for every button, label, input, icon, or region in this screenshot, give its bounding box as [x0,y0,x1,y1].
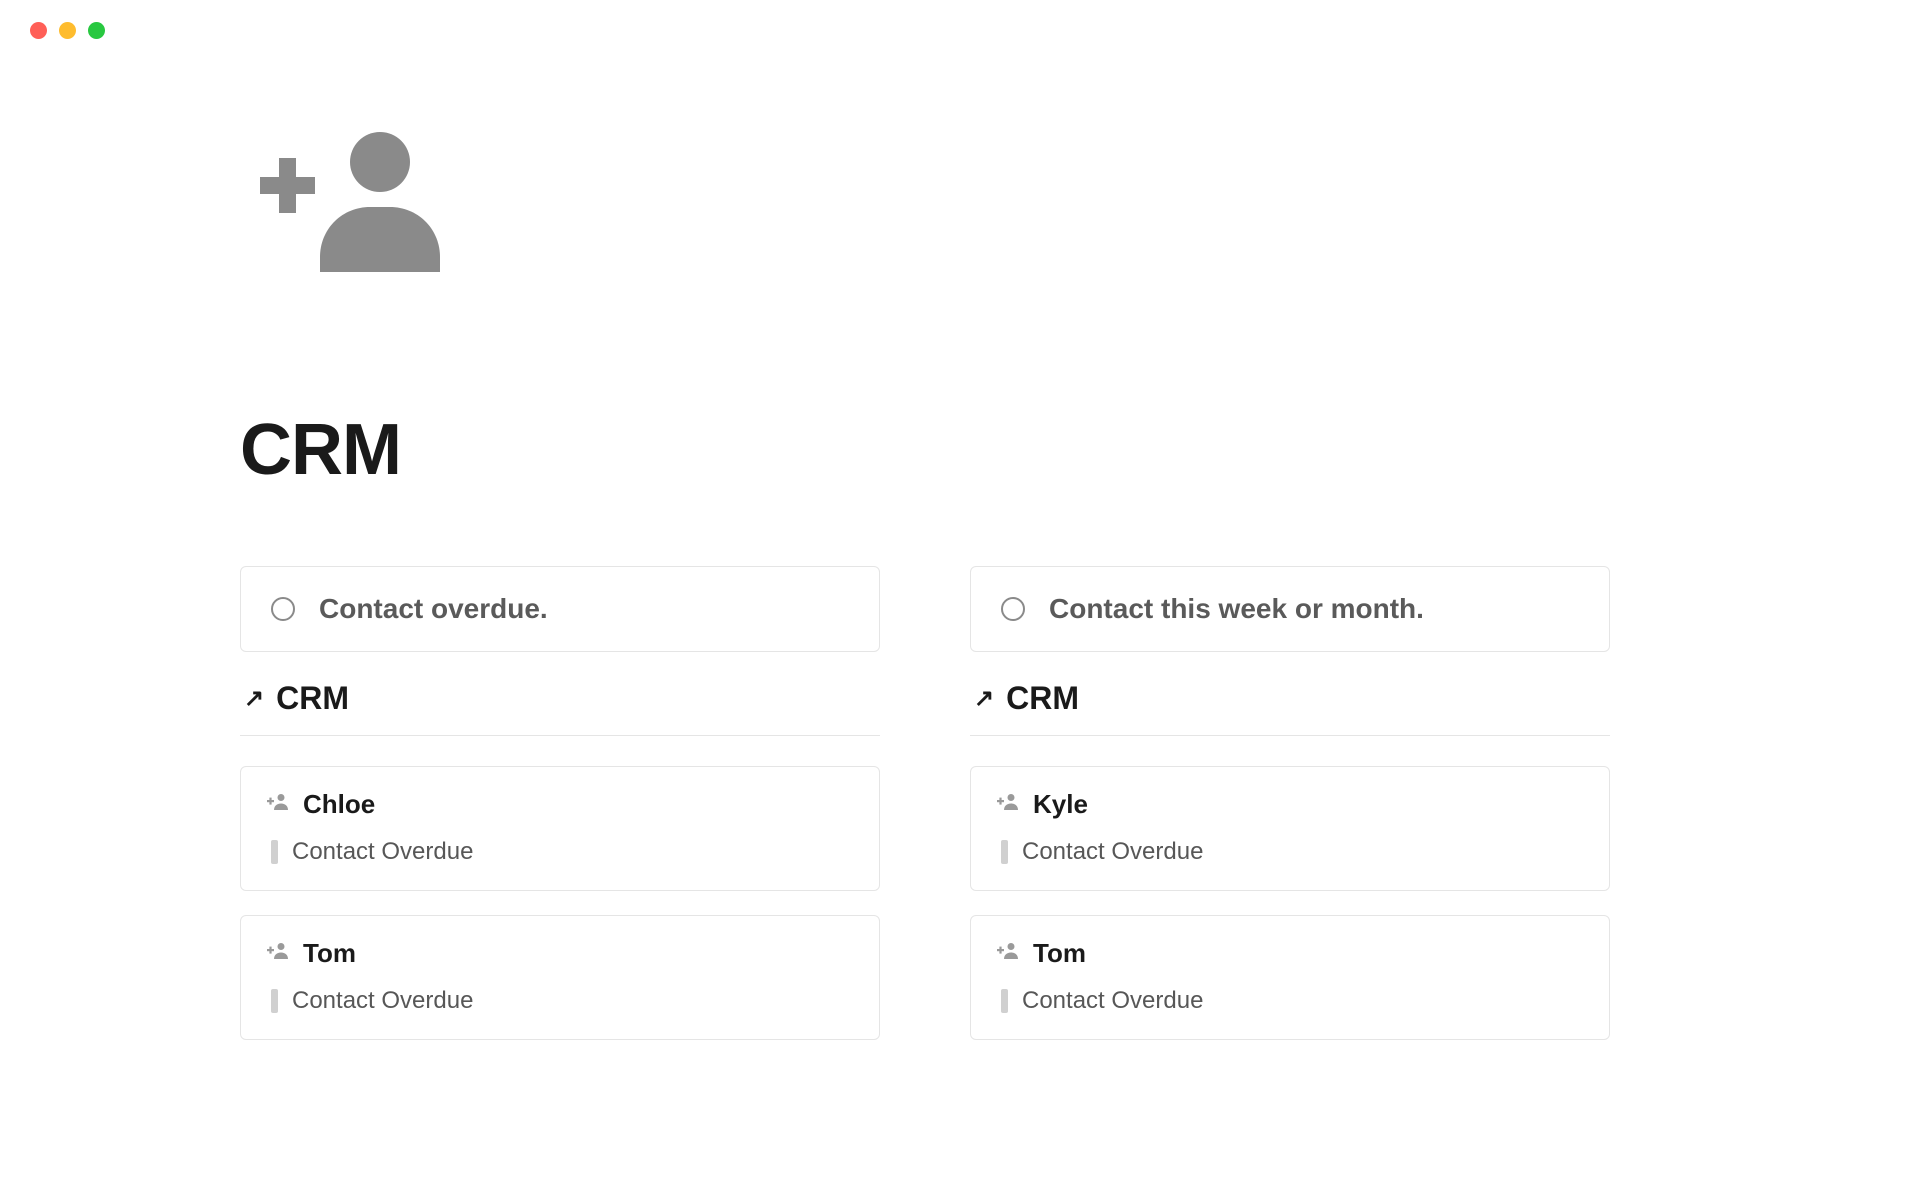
checkbox-icon[interactable] [271,597,295,621]
column-this-week: Contact this week or month. ↗ CRM [970,566,1610,1064]
contact-card[interactable]: Kyle Contact Overdue [970,766,1610,891]
add-person-icon [267,942,289,965]
column-overdue: Contact overdue. ↗ CRM [240,566,880,1064]
add-person-icon [267,793,289,816]
priority-icon [271,840,278,864]
checkbox-icon[interactable] [1001,597,1025,621]
linked-database-header[interactable]: ↗ CRM [240,680,880,717]
divider [970,735,1610,736]
page-title: CRM [240,409,1620,491]
window-minimize-button[interactable] [59,22,76,39]
contact-status: Contact Overdue [1022,987,1203,1015]
todo-text: Contact overdue. [319,593,548,625]
contact-name: Tom [1033,938,1086,969]
contact-card[interactable]: Tom Contact Overdue [240,915,880,1040]
divider [240,735,880,736]
arrow-up-right-icon: ↗ [974,684,994,713]
arrow-up-right-icon: ↗ [244,684,264,713]
contact-name: Kyle [1033,789,1088,820]
contact-card[interactable]: Chloe Contact Overdue [240,766,880,891]
window-maximize-button[interactable] [88,22,105,39]
page-icon-add-person[interactable] [260,129,1620,279]
contact-status: Contact Overdue [1022,838,1203,866]
priority-icon [1001,840,1008,864]
todo-item[interactable]: Contact this week or month. [970,566,1610,652]
todo-text: Contact this week or month. [1049,593,1424,625]
add-person-icon [997,793,1019,816]
contact-name: Tom [303,938,356,969]
add-person-icon [997,942,1019,965]
linked-database-header[interactable]: ↗ CRM [970,680,1610,717]
priority-icon [271,989,278,1013]
contact-card[interactable]: Tom Contact Overdue [970,915,1610,1040]
contact-status: Contact Overdue [292,838,473,866]
window-controls [0,0,1920,39]
database-title: CRM [276,680,349,717]
priority-icon [1001,989,1008,1013]
todo-item[interactable]: Contact overdue. [240,566,880,652]
window-close-button[interactable] [30,22,47,39]
contact-status: Contact Overdue [292,987,473,1015]
database-title: CRM [1006,680,1079,717]
contact-name: Chloe [303,789,375,820]
